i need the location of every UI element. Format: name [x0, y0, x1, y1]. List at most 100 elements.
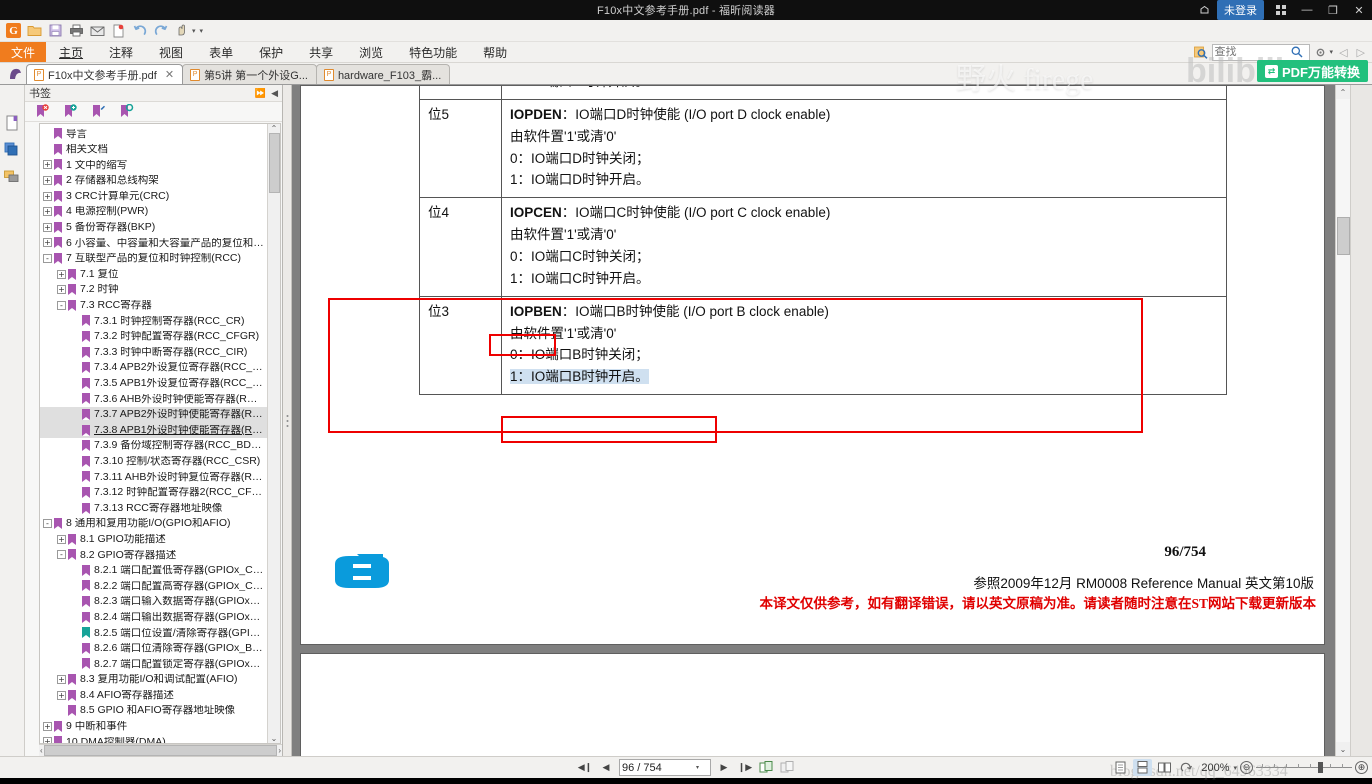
- pdf-converter-ad-button[interactable]: ⇄ PDF万能转换: [1256, 60, 1368, 82]
- collapse-icon[interactable]: ⏩: [255, 88, 266, 99]
- first-page-button[interactable]: ◀❙: [577, 759, 593, 776]
- expand-icon[interactable]: +: [57, 690, 66, 700]
- search-icon[interactable]: [1194, 45, 1209, 60]
- prev-page-button[interactable]: ◀: [598, 759, 614, 776]
- bookmark-node[interactable]: 8.5 GPIO 和AFIO寄存器地址映像: [40, 703, 267, 719]
- open-file-icon[interactable]: [25, 22, 44, 40]
- search-box[interactable]: [1211, 43, 1310, 61]
- menu-form[interactable]: 表单: [196, 42, 246, 62]
- bookmark-node[interactable]: 7.3.8 APB1外设时钟使能寄存器(RCC_APB1ENR): [40, 422, 267, 438]
- search-next-button[interactable]: ▷: [1354, 46, 1368, 59]
- expand-icon[interactable]: +: [43, 721, 52, 731]
- bookmark-node[interactable]: 7.3.5 APB1外设复位寄存器(RCC_APB1RSTR): [40, 375, 267, 391]
- scroll-right-icon[interactable]: ›: [278, 746, 281, 755]
- rotate-view-icon[interactable]: [1177, 759, 1196, 776]
- bookmark-node[interactable]: +9 中断和事件: [40, 719, 267, 735]
- tab-hardware-f103[interactable]: P hardware_F103_霸...: [315, 64, 451, 84]
- foxit-logo-icon[interactable]: G: [4, 22, 23, 40]
- search-settings-dropdown-icon[interactable]: ▾: [1330, 48, 1334, 56]
- hscrollbar-thumb[interactable]: [43, 745, 278, 756]
- facing-page-icon[interactable]: [1155, 759, 1174, 776]
- save-icon[interactable]: [46, 22, 65, 40]
- chevron-down-icon[interactable]: ▾: [696, 764, 699, 771]
- menu-help[interactable]: 帮助: [470, 42, 520, 62]
- expand-icon[interactable]: +: [43, 222, 52, 232]
- collapse-icon[interactable]: -: [57, 550, 66, 560]
- collapse-icon[interactable]: -: [43, 519, 52, 529]
- bookmark-node[interactable]: 8.2.4 端口输出数据寄存器(GPIOx_ODR) (x=A..E): [40, 609, 267, 625]
- bookmark-node[interactable]: 8.2.2 端口配置高寄存器(GPIOx_CRH) (x=A..E): [40, 578, 267, 594]
- bookmark-node[interactable]: +8.4 AFIO寄存器描述: [40, 687, 267, 703]
- expand-icon[interactable]: +: [43, 238, 52, 248]
- bookmark-node[interactable]: 8.2.7 端口配置锁定寄存器(GPIOx_LOCKR) (x=A..E): [40, 656, 267, 672]
- zoom-out-button[interactable]: ⊖: [1240, 761, 1253, 774]
- continuous-page-icon[interactable]: [1133, 759, 1153, 776]
- menu-file[interactable]: 文件: [0, 42, 47, 62]
- bookmark-node[interactable]: +4 电源控制(PWR): [40, 204, 267, 220]
- bookmark-node[interactable]: 7.3.10 控制/状态寄存器(RCC_CSR): [40, 453, 267, 469]
- zoom-slider-track[interactable]: [1256, 762, 1352, 773]
- scroll-up-icon[interactable]: ⌃: [271, 124, 278, 133]
- menu-comment[interactable]: 注释: [96, 42, 146, 62]
- pdf-page-96[interactable]: 1：IO端口E时钟开启。 位5 IOPDEN：IO端口D时钟使能 (I/O po…: [300, 85, 1325, 645]
- redo-icon[interactable]: [151, 22, 170, 40]
- bookmark-node[interactable]: +7.2 时钟: [40, 282, 267, 298]
- bookmark-node[interactable]: 8.2.5 端口位设置/清除寄存器(GPIOx_BSRR) (x=A..E): [40, 625, 267, 641]
- bookmark-node[interactable]: 相关文档: [40, 142, 267, 158]
- tab-f10x-manual[interactable]: P F10x中文参考手册.pdf ✕: [26, 64, 184, 84]
- search-input[interactable]: [1214, 46, 1291, 58]
- collapse-icon[interactable]: -: [57, 300, 66, 310]
- bookmark-node[interactable]: 7.3.6 AHB外设时钟使能寄存器(RCC_AHBENR): [40, 391, 267, 407]
- print-icon[interactable]: [67, 22, 86, 40]
- bookmark-node[interactable]: +7.1 复位: [40, 266, 267, 282]
- bookmark-node[interactable]: +2 存储器和总线构架: [40, 173, 267, 189]
- find-bookmark-icon[interactable]: [119, 103, 134, 119]
- edit-bookmark-icon[interactable]: [91, 104, 106, 119]
- gear-icon[interactable]: [1313, 45, 1328, 60]
- bookmark-node[interactable]: 7.3.3 时钟中断寄存器(RCC_CIR): [40, 344, 267, 360]
- email-icon[interactable]: [88, 22, 107, 40]
- expand-icon[interactable]: +: [57, 534, 66, 544]
- bookmark-node[interactable]: 7.3.9 备份域控制寄存器(RCC_BDCR): [40, 438, 267, 454]
- scrollbar-track[interactable]: [1336, 99, 1350, 742]
- last-page-button[interactable]: ❙▶: [737, 759, 753, 776]
- expand-icon[interactable]: +: [43, 160, 52, 170]
- bookmark-node[interactable]: 7.3.13 RCC寄存器地址映像: [40, 500, 267, 516]
- next-page-button[interactable]: ▶: [716, 759, 732, 776]
- bookmark-tree-scrollbar[interactable]: ⌃ ⌄: [267, 123, 280, 743]
- bookmark-node[interactable]: +5 备份寄存器(BKP): [40, 220, 267, 236]
- menu-browse[interactable]: 浏览: [346, 42, 396, 62]
- hand-tool-dropdown-icon[interactable]: ▾: [192, 27, 196, 35]
- bookmark-node[interactable]: 7.3.4 APB2外设复位寄存器(RCC_APB2RSTR): [40, 360, 267, 376]
- menu-features[interactable]: 特色功能: [396, 42, 470, 62]
- menu-share[interactable]: 共享: [296, 42, 346, 62]
- tab-close-icon[interactable]: ✕: [165, 68, 174, 81]
- continuous-scroll-icon[interactable]: [779, 759, 795, 776]
- single-page-icon[interactable]: [1111, 759, 1130, 776]
- expand-icon[interactable]: +: [43, 207, 52, 217]
- expand-icon[interactable]: +: [43, 176, 52, 186]
- expand-icon[interactable]: +: [43, 737, 52, 743]
- bookmark-node[interactable]: +8.1 GPIO功能描述: [40, 531, 267, 547]
- search-prev-button[interactable]: ◁: [1336, 46, 1350, 59]
- viewer-scrollbar[interactable]: ⌃ ⌄: [1335, 85, 1350, 756]
- layers-icon[interactable]: [2, 140, 22, 160]
- bookmark-node[interactable]: - 7 互联型产品的复位和时钟控制(RCC): [40, 251, 267, 267]
- bookmark-node[interactable]: 8.2.6 端口位清除寄存器(GPIOx_BRR) (x=A..E): [40, 641, 267, 657]
- bookmark-node[interactable]: 8.2.3 端口输入数据寄存器(GPIOx_IDR) (x=A..E): [40, 594, 267, 610]
- new-bookmark-icon[interactable]: [35, 104, 50, 119]
- bookmark-node[interactable]: - 8 通用和复用功能I/O(GPIO和AFIO): [40, 516, 267, 532]
- zoom-slider[interactable]: [1256, 762, 1352, 773]
- annotation-rect-enable-line[interactable]: [501, 416, 717, 443]
- tab-lecture-5[interactable]: P 第5讲 第一个外设G...: [182, 64, 317, 84]
- scrollbar-thumb[interactable]: [1337, 217, 1350, 255]
- bookmark-node[interactable]: 导言: [40, 126, 267, 142]
- undo-icon[interactable]: [130, 22, 149, 40]
- expand-icon[interactable]: +: [57, 285, 66, 295]
- comments-icon[interactable]: [2, 167, 22, 187]
- bookmark-node[interactable]: +6 小容量、中容量和大容量产品的复位和时钟控制(RCC): [40, 235, 267, 251]
- bookmark-node[interactable]: +10 DMA控制器(DMA): [40, 734, 267, 743]
- pdf-page-97[interactable]: 互联型产品的复位和时钟控制(RCC) STM32F10xxx参考手册: [300, 653, 1325, 756]
- bookmark-node[interactable]: 7.3.12 时钟配置寄存器2(RCC_CFGR2): [40, 485, 267, 501]
- hand-tool-icon[interactable]: [172, 22, 191, 40]
